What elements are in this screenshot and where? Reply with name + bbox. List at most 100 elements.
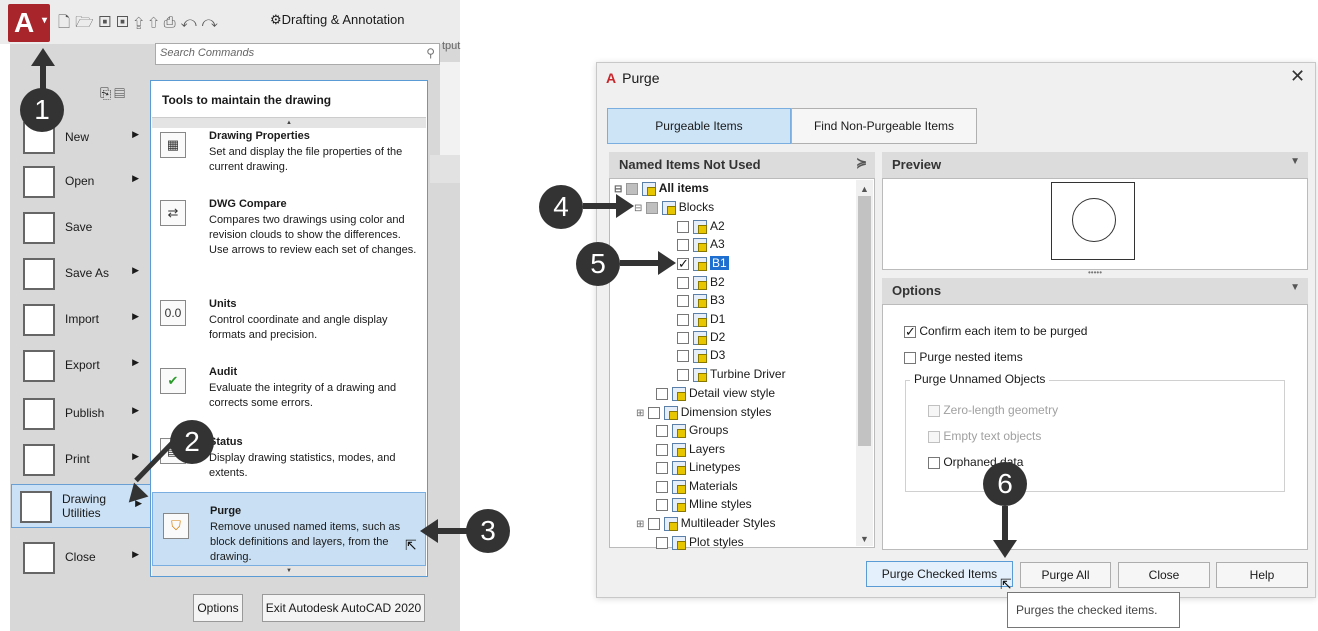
checkbox[interactable] <box>647 406 660 419</box>
checkbox[interactable] <box>656 480 668 493</box>
submenu-item-purge[interactable]: ⛉ Purge Remove unused named items, such as… <box>152 492 426 566</box>
menu-item-print[interactable]: Print ▶ <box>15 438 147 482</box>
share-icon[interactable]: ⇧ <box>149 14 164 31</box>
checkbox[interactable] <box>656 424 668 437</box>
tree-row-block[interactable]: A2 <box>677 217 725 235</box>
expand-icon[interactable]: ⊞ <box>636 519 644 530</box>
recent-documents-icons[interactable]: ⎘▤ <box>100 85 128 102</box>
tree-row-block-selected[interactable]: B1 <box>677 254 729 273</box>
scroll-up-icon[interactable]: ▲ <box>152 118 426 128</box>
options-header[interactable]: Options ▼ <box>882 278 1308 304</box>
checkbox[interactable] <box>647 517 660 530</box>
tree-row-block[interactable]: D3 <box>677 346 725 364</box>
menu-item-save-as[interactable]: Save As ▶ <box>15 252 147 296</box>
named-items-tree[interactable] <box>609 178 875 548</box>
tree-row-plot-styles[interactable]: Plot styles <box>656 533 744 551</box>
tree-row-linetypes[interactable]: Linetypes <box>656 458 740 476</box>
quick-access-icons[interactable]: 🗋🗁▣▣⇪⇧⎙↶↷ <box>58 12 223 37</box>
options-button[interactable]: Options <box>193 594 243 622</box>
submenu-item-units[interactable]: 0.0 Units Control coordinate and angle dis… <box>160 298 422 348</box>
checkbox[interactable] <box>656 443 668 456</box>
scroll-down-icon[interactable]: ▼ <box>152 566 426 576</box>
tree-row-block[interactable]: B2 <box>677 273 725 291</box>
checkbox[interactable] <box>928 430 940 443</box>
tree-row-dimension-styles[interactable]: ⊞ Dimension styles <box>636 403 771 421</box>
checkbox[interactable] <box>677 238 689 251</box>
exit-autocad-button[interactable]: Exit Autodesk AutoCAD 2020 <box>262 594 425 622</box>
purge-checked-items-button[interactable]: Purge Checked Items <box>866 561 1013 587</box>
open-docs-icon[interactable]: ▤ <box>114 85 128 101</box>
print-icon[interactable]: ⎙ <box>164 14 181 31</box>
purge-all-button[interactable]: Purge All <box>1020 562 1111 588</box>
confirm-each-item-checkbox[interactable]: Confirm each item to be purged <box>904 322 1087 341</box>
checkbox[interactable] <box>928 456 940 469</box>
workspace-selector[interactable]: ⚙Drafting & Annotation <box>270 12 405 28</box>
new-file-icon[interactable]: 🗋 <box>58 14 75 31</box>
tree-label: Linetypes <box>689 460 741 474</box>
redo-icon[interactable]: ↷ <box>202 14 223 31</box>
tree-row-block[interactable]: A3 <box>677 235 725 253</box>
checkbox[interactable] <box>656 387 668 400</box>
menu-item-publish[interactable]: Publish ▶ <box>15 392 147 436</box>
checkbox[interactable] <box>677 368 689 381</box>
recent-docs-icon[interactable]: ⎘ <box>100 85 114 101</box>
tree-row-mline-styles[interactable]: Mline styles <box>656 495 752 513</box>
menu-item-save[interactable]: Save <box>15 206 147 250</box>
tree-row-block[interactable]: Turbine Driver <box>677 365 786 383</box>
checkbox[interactable] <box>656 498 668 511</box>
tree-row-multileader-styles[interactable]: ⊞ Multileader Styles <box>636 514 775 532</box>
preview-header[interactable]: Preview ▼ <box>882 152 1308 178</box>
search-icon[interactable]: ⚲ <box>426 46 435 60</box>
tree-row-block[interactable]: D2 <box>677 328 725 346</box>
checkbox[interactable] <box>677 313 689 326</box>
tree-row-materials[interactable]: Materials <box>656 477 738 495</box>
application-menu-button[interactable]: A ▾ <box>8 4 50 42</box>
scroll-up-icon[interactable]: ▲ <box>860 184 869 194</box>
tree-row-block[interactable]: B3 <box>677 291 725 309</box>
checkbox[interactable] <box>656 461 668 474</box>
checkbox[interactable] <box>677 349 689 362</box>
close-button[interactable]: Close <box>1118 562 1210 588</box>
submenu-item-dwg-compare[interactable]: ⇄ DWG Compare Compares two drawings using … <box>160 198 422 278</box>
menu-item-import[interactable]: Import ▶ <box>15 298 147 342</box>
checkbox[interactable] <box>677 276 689 289</box>
export-icon[interactable]: ⇪ <box>134 14 149 31</box>
checkbox[interactable] <box>677 220 689 233</box>
submenu-item-audit[interactable]: ✔ Audit Evaluate the integrity of a drawin… <box>160 366 422 416</box>
checkbox-checked[interactable] <box>677 255 689 273</box>
scroll-down-icon[interactable]: ▼ <box>860 534 869 544</box>
tree-row-block[interactable]: D1 <box>677 310 725 328</box>
tree-row-blocks[interactable]: ⊟ Blocks <box>634 198 714 216</box>
checkbox[interactable] <box>677 331 689 344</box>
tree-scrollbar-thumb[interactable] <box>858 196 871 446</box>
open-folder-icon[interactable]: 🗁 <box>75 14 99 31</box>
checkbox[interactable] <box>677 294 689 307</box>
checkbox[interactable] <box>904 351 916 364</box>
tree-row-detail-view-style[interactable]: Detail view style <box>656 384 775 402</box>
checkbox[interactable] <box>645 201 658 214</box>
zero-length-geometry-checkbox[interactable]: Zero-length geometry <box>928 401 1058 419</box>
submenu-item-drawing-properties[interactable]: ▦ Drawing Properties Set and display the f… <box>160 130 422 186</box>
tree-row-layers[interactable]: Layers <box>656 440 725 458</box>
menu-item-close[interactable]: Close ▶ <box>15 536 147 580</box>
menu-item-export[interactable]: Export ▶ <box>15 344 147 388</box>
tab-purgeable-items[interactable]: Purgeable Items <box>607 108 791 144</box>
close-icon[interactable]: ✕ <box>1290 66 1305 87</box>
collapse-icon[interactable]: ⊟ <box>634 203 642 214</box>
expand-icon[interactable]: ⊞ <box>636 408 644 419</box>
purge-nested-items-checkbox[interactable]: Purge nested items <box>904 348 1023 366</box>
menu-item-open[interactable]: Open ▶ <box>15 160 147 204</box>
help-button[interactable]: Help <box>1216 562 1308 588</box>
tab-find-non-purgeable-items[interactable]: Find Non-Purgeable Items <box>791 108 977 144</box>
save-icon[interactable]: ▣ <box>99 14 117 31</box>
checkbox[interactable] <box>928 404 940 417</box>
splitter-grip-icon[interactable]: ••••• <box>882 269 1308 278</box>
empty-text-objects-checkbox[interactable]: Empty text objects <box>928 427 1041 445</box>
collapse-double-chevron-icon[interactable]: ≽ <box>856 155 867 171</box>
tree-row-groups[interactable]: Groups <box>656 421 728 439</box>
undo-icon[interactable]: ↶ <box>181 14 202 31</box>
save-as-icon[interactable]: ▣ <box>116 14 134 31</box>
checkbox[interactable] <box>656 536 668 549</box>
search-commands-input[interactable]: Search Commands ⚲ <box>155 43 440 65</box>
checkbox-checked[interactable] <box>904 323 916 341</box>
